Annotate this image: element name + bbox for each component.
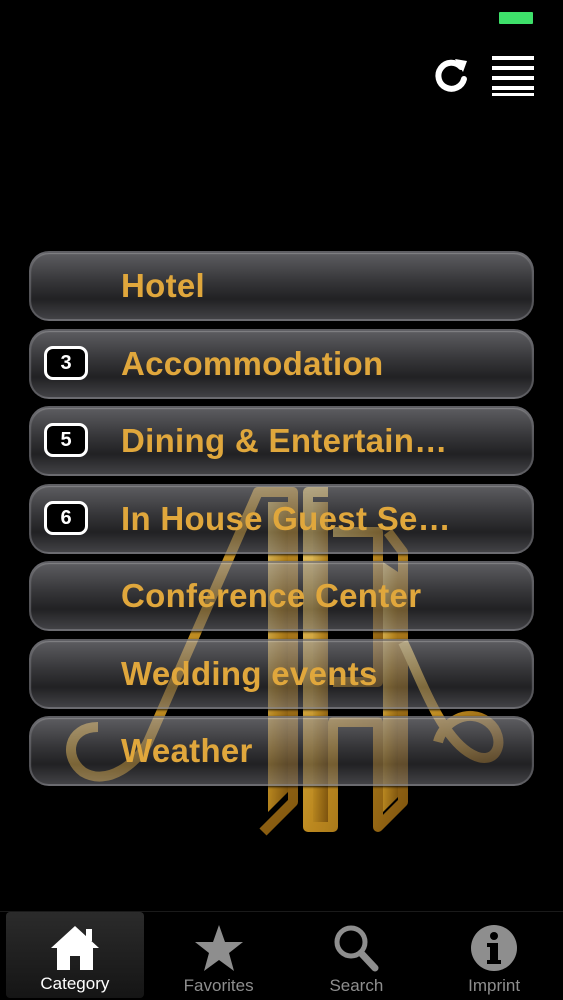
menu-item-dining-entertainment[interactable]: 5 Dining & Entertain… bbox=[29, 406, 534, 476]
menu-item-label: Dining & Entertain… bbox=[121, 422, 448, 459]
list-menu-button[interactable] bbox=[491, 52, 535, 98]
menu-item-accommodation[interactable]: 3 Accommodation bbox=[29, 328, 534, 399]
menu-item-label: Wedding events bbox=[121, 654, 378, 692]
tab-category[interactable]: Category bbox=[6, 912, 144, 998]
top-toolbar bbox=[429, 52, 535, 98]
count-badge: 3 bbox=[44, 345, 88, 380]
bottom-tab-bar: Category Favorites Search Imprint bbox=[0, 911, 563, 1000]
tab-search[interactable]: Search bbox=[288, 912, 426, 1000]
tab-label: Imprint bbox=[468, 976, 521, 995]
menu-item-label: Hotel bbox=[121, 267, 205, 304]
count-badge: 5 bbox=[44, 423, 88, 457]
tab-favorites[interactable]: Favorites bbox=[150, 912, 288, 1000]
refresh-icon bbox=[435, 59, 467, 92]
menu-item-conference-center[interactable]: Conference Center bbox=[29, 561, 534, 631]
list-menu-icon bbox=[492, 56, 534, 96]
menu-item-label: Weather bbox=[121, 732, 253, 769]
battery-indicator bbox=[499, 12, 533, 24]
refresh-button[interactable] bbox=[429, 52, 473, 98]
tab-label: Search bbox=[329, 976, 384, 995]
star-icon bbox=[194, 925, 243, 971]
home-icon bbox=[50, 926, 99, 970]
tab-imprint[interactable]: Imprint bbox=[425, 912, 563, 1000]
tab-label: Category bbox=[40, 974, 110, 993]
magnifier-icon bbox=[334, 925, 379, 972]
menu-item-label: Conference Center bbox=[121, 577, 422, 614]
category-menu: Hotel 3 Accommodation 5 Dining & Enterta… bbox=[29, 251, 534, 794]
info-icon bbox=[471, 925, 518, 971]
menu-item-in-house-guest-services[interactable]: 6 In House Guest Se… bbox=[29, 483, 534, 554]
count-badge: 6 bbox=[44, 500, 88, 535]
menu-item-weather[interactable]: Weather bbox=[29, 716, 534, 786]
menu-item-hotel[interactable]: Hotel bbox=[29, 251, 534, 321]
menu-item-label: Accommodation bbox=[121, 344, 384, 382]
menu-item-label: In House Guest Se… bbox=[121, 499, 451, 537]
tab-label: Favorites bbox=[183, 976, 254, 995]
menu-item-wedding-events[interactable]: Wedding events bbox=[29, 638, 534, 709]
